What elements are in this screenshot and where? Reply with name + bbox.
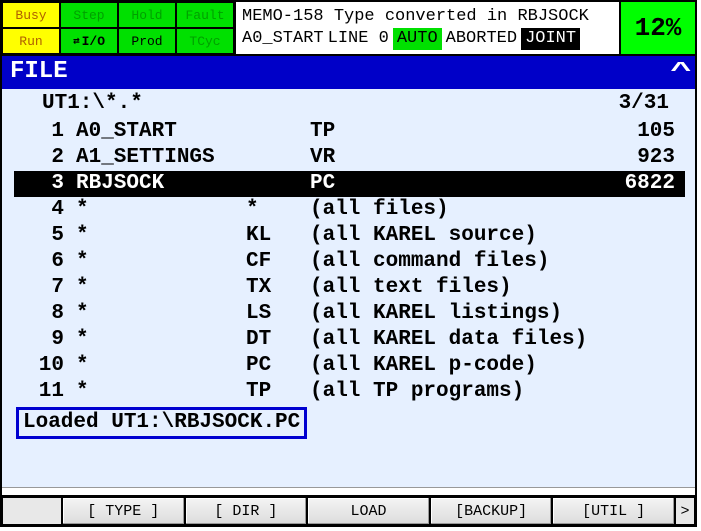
message-joint-tag: JOINT: [521, 28, 580, 50]
row-index: 10: [18, 353, 76, 379]
fkey-backup[interactable]: [BACKUP]: [430, 497, 553, 525]
file-row[interactable]: 10*PC(all KAREL p-code): [14, 353, 685, 379]
row-size: 105: [591, 119, 681, 145]
row-name: *: [76, 353, 246, 379]
row-name: A0_START: [76, 119, 246, 145]
row-index: 6: [18, 249, 76, 275]
row-ext: CF: [246, 249, 310, 275]
row-index: 2: [18, 145, 76, 171]
row-name: *: [76, 223, 246, 249]
row-ext: LS: [246, 301, 310, 327]
file-row[interactable]: 2A1_SETTINGS VR923: [14, 145, 685, 171]
status-step: Step: [60, 2, 118, 28]
file-row[interactable]: 11*TP(all TP programs): [14, 379, 685, 405]
row-index: 4: [18, 197, 76, 223]
status-hold: Hold: [118, 2, 176, 28]
row-index: 1: [18, 119, 76, 145]
row-name: *: [76, 327, 246, 353]
fkey-util[interactable]: [UTIL ]: [552, 497, 675, 525]
fkey-blank-right[interactable]: >: [675, 497, 695, 525]
message-state: ABORTED: [446, 28, 517, 50]
row-desc: (all KAREL source): [310, 223, 591, 249]
loaded-message: Loaded UT1:\RBJSOCK.PC: [16, 407, 307, 439]
row-desc: (all command files): [310, 249, 591, 275]
row-desc: (all files): [310, 197, 591, 223]
title-bar: FILE ^: [2, 56, 695, 89]
row-desc: (all TP programs): [310, 379, 591, 405]
status-busy: Busy: [2, 2, 60, 28]
fkey-load[interactable]: LOAD: [307, 497, 430, 525]
top-bar: Busy Step Hold Fault Run ⇄ I/O Prod TCyc…: [2, 2, 695, 56]
file-row[interactable]: 4**(all files): [14, 197, 685, 223]
row-index: 8: [18, 301, 76, 327]
caret-up-icon[interactable]: ^: [670, 60, 692, 83]
file-row[interactable]: 5*KL(all KAREL source): [14, 223, 685, 249]
override-percent: 12%: [621, 2, 695, 54]
row-ext: TP: [246, 379, 310, 405]
message-box: MEMO-158 Type converted in RBJSOCK A0_ST…: [236, 2, 621, 54]
row-ext: DT: [246, 327, 310, 353]
file-row[interactable]: 6*CF(all command files): [14, 249, 685, 275]
row-desc: VR: [310, 145, 591, 171]
status-grid: Busy Step Hold Fault Run ⇄ I/O Prod TCyc: [2, 2, 236, 54]
row-name: RBJSOCK: [76, 171, 246, 197]
file-row[interactable]: 9*DT(all KAREL data files): [14, 327, 685, 353]
row-index: 7: [18, 275, 76, 301]
row-desc: (all KAREL p-code): [310, 353, 591, 379]
footer-bar: [ TYPE ] [ DIR ] LOAD [BACKUP] [UTIL ] >: [2, 495, 695, 525]
row-ext: KL: [246, 223, 310, 249]
row-index: 9: [18, 327, 76, 353]
file-row[interactable]: 7*TX(all text files): [14, 275, 685, 301]
screen-title: FILE: [10, 58, 68, 85]
current-path: UT1:\*.*: [42, 91, 143, 117]
row-index: 5: [18, 223, 76, 249]
status-io: ⇄ I/O: [60, 28, 118, 54]
fkey-blank-left: [2, 497, 62, 525]
item-counter: 3/31: [619, 91, 669, 117]
fkey-type[interactable]: [ TYPE ]: [62, 497, 185, 525]
message-prog: A0_START: [242, 28, 324, 50]
file-row[interactable]: 1A0_START TP105: [14, 119, 685, 145]
file-row[interactable]: 3RBJSOCK PC6822: [14, 171, 685, 197]
status-fault: Fault: [176, 2, 234, 28]
row-name: *: [76, 275, 246, 301]
row-size: 6822: [591, 171, 681, 197]
row-desc: PC: [310, 171, 591, 197]
message-line: LINE 0: [328, 28, 389, 50]
message-auto-tag: AUTO: [393, 28, 442, 50]
status-prod: Prod: [118, 28, 176, 54]
row-name: *: [76, 379, 246, 405]
io-icon: ⇄: [73, 34, 80, 48]
status-io-label: I/O: [82, 34, 105, 49]
fkey-dir[interactable]: [ DIR ]: [185, 497, 308, 525]
row-size: 923: [591, 145, 681, 171]
message-line1: MEMO-158 Type converted in RBJSOCK: [242, 6, 613, 28]
file-area: UT1:\*.* 3/31 1A0_STARTTP1052A1_SETTINGS…: [2, 89, 695, 487]
row-ext: TX: [246, 275, 310, 301]
row-name: A1_SETTINGS: [76, 145, 246, 171]
row-ext: *: [246, 197, 310, 223]
row-desc: (all KAREL listings): [310, 301, 591, 327]
status-tcyc: TCyc: [176, 28, 234, 54]
row-desc: (all text files): [310, 275, 591, 301]
file-list[interactable]: 1A0_STARTTP1052A1_SETTINGSVR9233RBJSOCKP…: [14, 119, 685, 405]
status-run: Run: [2, 28, 60, 54]
row-name: *: [76, 249, 246, 275]
row-desc: TP: [310, 119, 591, 145]
row-desc: (all KAREL data files): [310, 327, 591, 353]
file-row[interactable]: 8*LS(all KAREL listings): [14, 301, 685, 327]
row-index: 11: [18, 379, 76, 405]
row-index: 3: [18, 171, 76, 197]
row-name: *: [76, 197, 246, 223]
row-name: *: [76, 301, 246, 327]
row-ext: PC: [246, 353, 310, 379]
